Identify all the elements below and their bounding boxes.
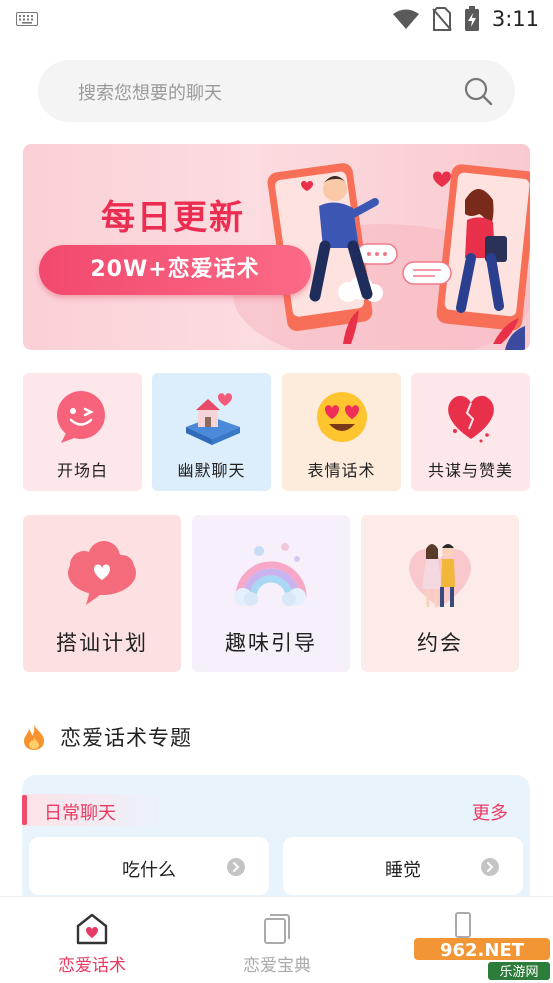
category-label: 趣味引导 [225,631,317,655]
more-link[interactable]: 更多 [472,799,508,825]
topic-chip[interactable]: 吃什么 [29,837,269,895]
topic-chip[interactable]: 睡觉 [283,837,523,895]
category-fun-guidance[interactable]: 趣味引导 [192,515,350,672]
battery-charging-icon [464,6,479,31]
banner-subtitle: 20W+恋爱话术 [90,257,260,282]
watermark-brand: 962.NET [440,940,525,961]
topic-indicator [22,795,27,825]
promo-banner[interactable]: 每日更新 20W+恋爱话术 [23,144,530,350]
search-input[interactable]: 搜索您想要的聊天 [78,79,222,105]
fire-icon [24,724,44,750]
status-time: 3:11 [491,7,539,31]
section-title: 恋爱话术专题 [60,726,192,750]
category-dating[interactable]: 约会 [361,515,519,672]
category-opening-line[interactable]: 开场白 [23,373,142,491]
watermark-caption: 乐游网 [499,965,538,980]
search-icon[interactable] [463,76,493,106]
category-emoji-phrases[interactable]: 表情话术 [282,373,401,491]
category-label: 表情话术 [307,461,376,480]
topic-card: 日常聊天 更多 吃什么 睡觉 [22,775,530,915]
nav-label: 恋爱宝典 [243,956,311,976]
chevron-right-icon [227,858,245,876]
category-label: 搭讪计划 [56,631,148,655]
nav-tab-love-guide[interactable]: 恋爱宝典 [207,897,347,983]
category-humor-chat[interactable]: 幽默聊天 [152,373,271,491]
wink-face-icon [57,391,105,443]
no-sim-icon [432,7,452,31]
category-label: 幽默聊天 [177,461,246,480]
rainbow-icon [234,543,307,606]
chevron-right-icon [481,858,499,876]
nav-label: 恋爱话术 [58,956,126,976]
heart-eyes-emoji-icon [317,392,367,442]
heart-cloud-icon [68,541,136,605]
book-icon [264,914,290,944]
banner-cta-pill[interactable]: 20W+恋爱话术 [39,245,311,295]
keyboard-icon [16,12,38,26]
category-pickup-plan[interactable]: 搭讪计划 [23,515,181,672]
heart-house-icon [186,393,240,445]
banner-title: 每日更新 [101,198,245,238]
status-bar: 3:11 [0,0,553,40]
category-label: 约会 [417,631,463,655]
topic-name: 日常聊天 [44,803,116,824]
category-plot-and-praise[interactable]: 共谋与赞美 [411,373,530,491]
broken-heart-icon [448,395,494,443]
search-bar[interactable]: 搜索您想要的聊天 [38,60,515,122]
heart-home-icon [76,913,108,945]
section-header: 恋爱话术专题 [22,720,192,754]
category-label: 开场白 [56,461,108,480]
nav-tab-love-talk[interactable]: 恋爱话术 [22,897,162,983]
wifi-icon [392,9,419,29]
couple-icon [409,544,471,607]
category-label: 共谋与赞美 [427,461,513,480]
watermark-logo: 962.NET 乐游网 [414,938,550,980]
